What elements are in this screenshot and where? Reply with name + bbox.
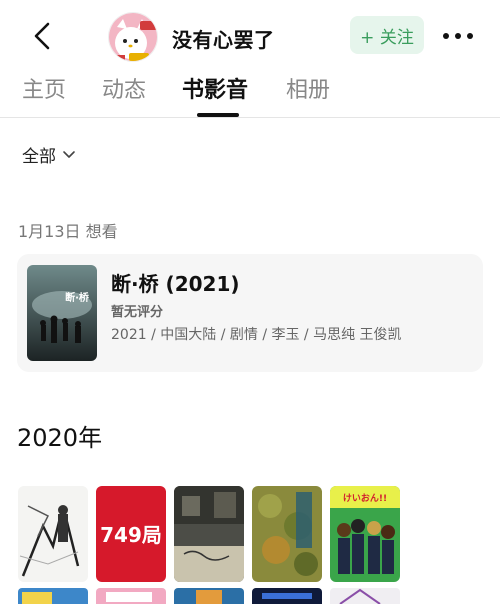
movie-title: 断·桥 (2021)	[111, 272, 240, 296]
tab-books-movies-music[interactable]: 书影音	[182, 72, 248, 104]
poster-3[interactable]	[174, 486, 244, 582]
movie-card[interactable]: 断·桥 断·桥 (2021) 暂无评分 2021 / 中国大陆 / 剧情 / 李…	[17, 254, 483, 372]
more-icon	[443, 33, 473, 39]
avatar[interactable]	[108, 12, 158, 62]
poster-4[interactable]	[252, 486, 322, 582]
profile-page: 没有心罢了 + 关注 主页 动态 书影音 相册 全部 1月13日 想看 断·桥 …	[0, 0, 500, 604]
chevron-down-icon	[63, 150, 75, 158]
username: 没有心罢了	[172, 28, 275, 52]
header: 没有心罢了 + 关注	[0, 0, 500, 72]
back-icon	[34, 22, 50, 50]
tab-album[interactable]: 相册	[286, 72, 330, 104]
year-heading: 2020年	[17, 424, 103, 452]
tab-divider	[0, 117, 500, 118]
filter-label: 全部	[22, 147, 56, 167]
section-date-label: 1月13日 想看	[18, 222, 118, 241]
poster-7[interactable]	[96, 588, 166, 604]
movie-meta: 2021 / 中国大陆 / 剧情 / 李玉 / 马思纯 王俊凯	[111, 327, 402, 343]
movie-poster-text: 断·桥	[65, 291, 90, 304]
tab-bar: 主页 动态 书影音 相册	[0, 70, 500, 118]
poster-6[interactable]	[18, 588, 88, 604]
poster-1[interactable]	[18, 486, 88, 582]
follow-button[interactable]: + 关注	[350, 16, 424, 54]
poster-5[interactable]: けいおん!!	[330, 486, 400, 582]
poster-8[interactable]	[174, 588, 244, 604]
more-button[interactable]	[438, 20, 478, 52]
movie-rating: 暂无评分	[111, 305, 164, 320]
filter-dropdown[interactable]: 全部	[22, 142, 76, 167]
tab-activity[interactable]: 动态	[102, 72, 146, 104]
poster-749[interactable]: 749局	[96, 486, 166, 582]
poster-9[interactable]	[252, 588, 322, 604]
poster-5-title: けいおん!!	[343, 493, 387, 504]
poster-749-title: 749局	[100, 523, 162, 547]
back-button[interactable]	[24, 16, 60, 56]
movie-poster: 断·桥	[27, 265, 97, 361]
tab-home[interactable]: 主页	[22, 72, 66, 104]
poster-10[interactable]	[330, 588, 400, 604]
